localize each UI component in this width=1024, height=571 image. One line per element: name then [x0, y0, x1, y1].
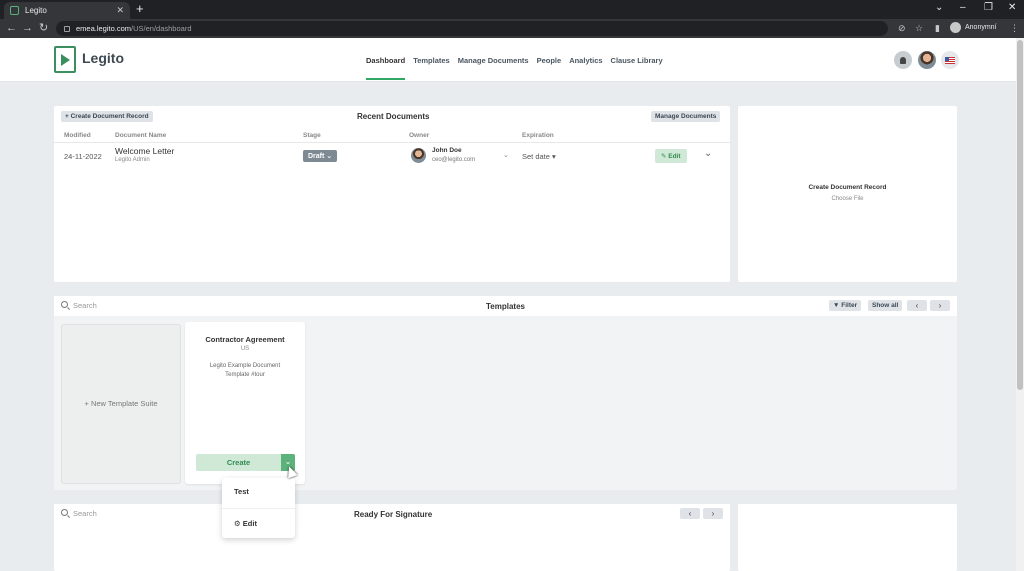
owner-avatar — [411, 148, 426, 163]
lock-icon — [64, 25, 70, 32]
tab-close-icon[interactable]: ✕ — [116, 5, 124, 16]
profile-avatar-icon — [950, 22, 961, 33]
templates-title: Templates — [486, 302, 525, 311]
doc-modified-date: 24-11-2022 — [64, 152, 102, 161]
nav-clause-library[interactable]: Clause Library — [611, 38, 663, 82]
set-date-dropdown[interactable]: Set date ▾ — [522, 152, 556, 161]
template-card[interactable]: Contractor Agreement US Legito Example D… — [185, 322, 305, 484]
nav-templates[interactable]: Templates — [413, 38, 450, 82]
dropzone-title: Create Document Record — [808, 184, 887, 191]
browser-tab[interactable]: Legito ✕ — [4, 2, 130, 19]
scrollbar-thumb[interactable] — [1017, 40, 1023, 390]
owner-email: ceo@legito.com — [432, 157, 476, 163]
owner-chevron-down-icon[interactable]: ⌄ — [503, 151, 509, 159]
url-path: /US/en/dashboard — [131, 24, 192, 33]
doc-subtitle: Legito Admin — [115, 157, 150, 163]
tab-search-icon[interactable]: ⌄ — [935, 2, 943, 13]
tab-title: Legito — [25, 6, 47, 15]
new-template-suite-card[interactable]: + New Template Suite — [61, 324, 181, 484]
create-button[interactable]: Create — [196, 454, 281, 471]
profile-name: Anonymní — [965, 24, 997, 31]
user-avatar[interactable] — [918, 51, 936, 69]
menu-item-edit[interactable]: ⚙ Edit — [234, 519, 257, 528]
col-header-stage[interactable]: Stage — [303, 132, 321, 139]
new-tab-button[interactable]: + — [136, 2, 144, 16]
create-document-record-button[interactable]: + Create Document Record — [61, 111, 153, 122]
main-nav: Dashboard Templates Manage Documents Peo… — [366, 38, 663, 82]
template-description: Legito Example Document Template #tour — [209, 363, 281, 378]
incognito-eye-icon[interactable]: ⊘ — [898, 23, 906, 33]
col-header-modified[interactable]: Modified — [64, 132, 91, 139]
row-expand-chevron-icon[interactable]: ⌄ — [704, 148, 712, 159]
filter-label: Filter — [841, 302, 858, 309]
nav-people[interactable]: People — [537, 38, 562, 82]
new-template-suite-label: + New Template Suite — [84, 399, 158, 408]
template-country: US — [240, 346, 250, 352]
window-close-button[interactable]: ✕ — [1008, 2, 1016, 13]
legito-favicon-icon — [10, 6, 19, 15]
search-icon — [61, 509, 68, 516]
templates-prev-icon[interactable]: ‹ — [907, 300, 927, 311]
logo-text[interactable]: Legito — [82, 50, 124, 66]
back-arrow-icon[interactable]: ← — [6, 22, 17, 34]
ready-for-signature-title: Ready For Signature — [354, 510, 433, 519]
col-header-document-name[interactable]: Document Name — [115, 132, 166, 139]
template-name: Contractor Agreement — [205, 335, 285, 344]
owner-name: John Doe — [432, 147, 462, 154]
edit-document-button[interactable]: ✎ Edit — [655, 149, 687, 163]
ready-toolbar: Search Ready For Signature ‹ › — [54, 504, 730, 524]
ready-for-signature-panel: Search Ready For Signature ‹ › — [54, 504, 730, 571]
ready-search-input[interactable]: Search — [73, 509, 97, 518]
show-all-button[interactable]: Show all — [868, 300, 903, 311]
menu-item-test[interactable]: Test — [234, 487, 249, 496]
browser-tab-bar: Legito ✕ + ⌄ – ❐ ✕ — [0, 0, 1024, 19]
app-header: Legito Dashboard Templates Manage Docume… — [0, 38, 1016, 82]
browser-address-bar: ← → ↻ emea.legito.com/US/en/dashboard ⊘ … — [0, 19, 1024, 38]
stage-dropdown[interactable]: Draft ⌄ — [303, 150, 338, 162]
ready-prev-icon[interactable]: ‹ — [680, 508, 700, 519]
templates-panel: Search Templates ▼ Filter Show all ‹ › +… — [54, 296, 957, 490]
nav-dashboard[interactable]: Dashboard — [366, 38, 406, 82]
profile-button[interactable]: Anonymní — [950, 22, 997, 33]
legito-logo-icon[interactable] — [54, 46, 76, 73]
forward-arrow-icon[interactable]: → — [22, 22, 33, 34]
nav-manage-documents[interactable]: Manage Documents — [458, 38, 529, 82]
ready-next-icon[interactable]: › — [703, 508, 723, 519]
table-divider — [54, 142, 730, 143]
url-field[interactable]: emea.legito.com/US/en/dashboard — [56, 21, 888, 36]
minimize-button[interactable]: – — [960, 2, 966, 13]
filter-funnel-icon: ▼ — [833, 302, 842, 309]
menu-divider — [222, 508, 295, 509]
url-host: emea.legito.com — [76, 24, 132, 33]
nav-analytics[interactable]: Analytics — [569, 38, 602, 82]
search-icon — [61, 301, 68, 308]
filter-button[interactable]: ▼ Filter — [829, 300, 862, 311]
templates-next-icon[interactable]: › — [930, 300, 950, 311]
side-panel-bottom — [738, 504, 957, 571]
side-panel-icon[interactable]: ▮ — [935, 23, 940, 33]
browser-menu-icon[interactable]: ⋮ — [1010, 23, 1019, 33]
choose-file-link[interactable]: Choose File — [738, 196, 957, 202]
col-header-owner[interactable]: Owner — [409, 132, 429, 139]
notification-bell-icon[interactable] — [894, 51, 912, 69]
language-flag-icon[interactable] — [941, 51, 959, 69]
templates-toolbar: Search Templates ▼ Filter Show all ‹ › — [54, 296, 957, 316]
recent-documents-title: Recent Documents — [357, 112, 430, 121]
recent-documents-panel: + Create Document Record Recent Document… — [54, 106, 730, 282]
doc-name-link[interactable]: Welcome Letter — [115, 146, 174, 156]
templates-search-input[interactable]: Search — [73, 301, 97, 310]
create-record-dropzone[interactable]: Create Document Record Choose File — [738, 106, 957, 282]
col-header-expiration[interactable]: Expiration — [522, 132, 554, 139]
restore-button[interactable]: ❐ — [984, 2, 993, 13]
bookmark-star-icon[interactable]: ☆ — [915, 23, 923, 33]
create-options-menu: Test ⚙ Edit — [222, 478, 295, 538]
manage-documents-button[interactable]: Manage Documents — [651, 111, 721, 122]
reload-icon[interactable]: ↻ — [39, 22, 48, 34]
